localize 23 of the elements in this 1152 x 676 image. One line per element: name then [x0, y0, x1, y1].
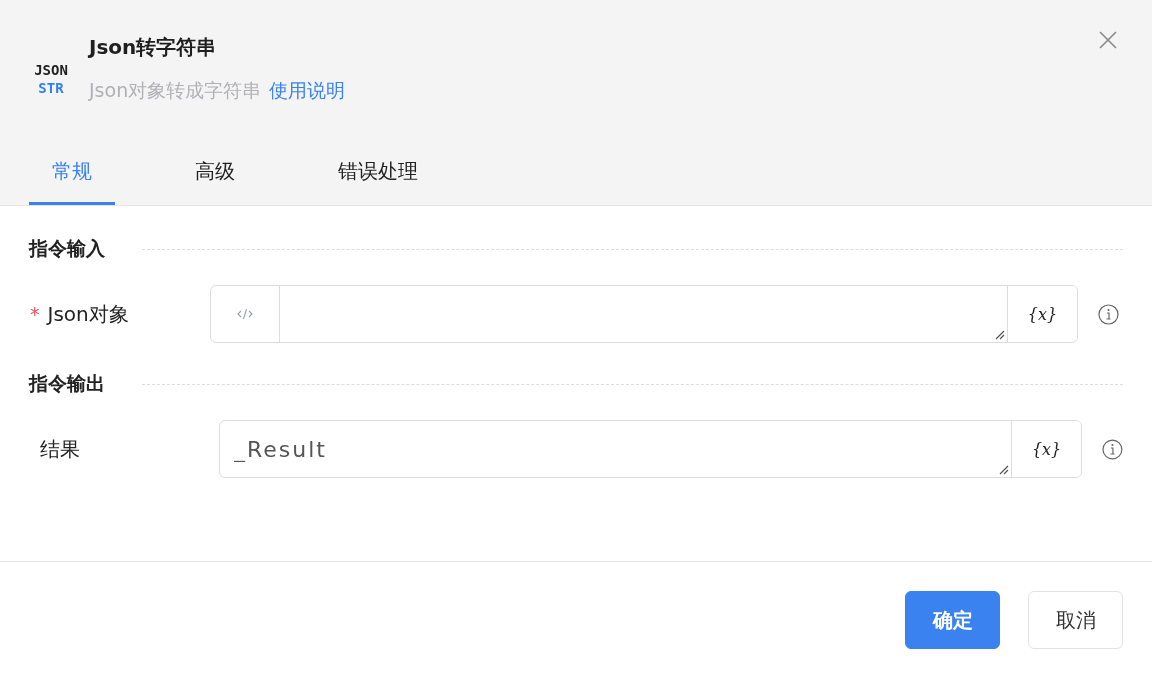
- tab[interactable]: 高级: [172, 147, 258, 205]
- required-mark: *: [30, 303, 40, 325]
- field-label: 结果: [40, 435, 80, 463]
- info-icon[interactable]: [1098, 303, 1119, 325]
- section-title: 指令输入: [29, 236, 105, 261]
- cancel-button[interactable]: 取消: [1028, 591, 1123, 649]
- input-field[interactable]: _Result {x}: [219, 420, 1083, 478]
- field-label: Json对象: [47, 300, 129, 328]
- dialog-title: Json转字符串: [89, 34, 218, 61]
- json-logo: JSON STR: [33, 61, 69, 98]
- variable-button[interactable]: {x}: [1007, 286, 1077, 342]
- section-title: 指令输出: [29, 371, 105, 396]
- close-icon[interactable]: [1099, 31, 1117, 49]
- info-icon[interactable]: [1102, 438, 1123, 460]
- tab[interactable]: 错误处理: [315, 147, 441, 205]
- resize-grip-icon[interactable]: [993, 328, 1005, 340]
- tab[interactable]: 常规: [29, 147, 115, 205]
- confirm-button[interactable]: 确定: [905, 591, 1000, 649]
- code-icon: [237, 308, 253, 320]
- variable-button[interactable]: {x}: [1011, 421, 1082, 477]
- input-field[interactable]: {x}: [210, 285, 1078, 343]
- dialog-subtitle: Json对象转成字符串: [89, 78, 262, 103]
- resize-grip-icon[interactable]: [997, 463, 1010, 475]
